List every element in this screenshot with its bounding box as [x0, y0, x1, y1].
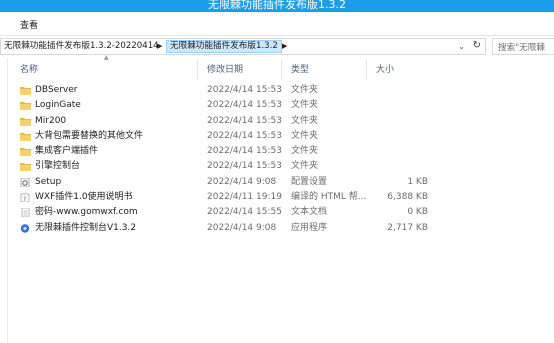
file-name: 集成客户端插件: [35, 146, 99, 157]
pane-divider: [7, 58, 8, 343]
file-size: 1 KB: [407, 176, 428, 187]
help-file-icon: ?: [20, 193, 31, 203]
file-date: 2022/4/14 9:08: [207, 176, 277, 187]
file-type: 文件夹: [291, 161, 319, 172]
file-type: 文件夹: [291, 100, 319, 111]
address-row: 无限棘功能插件发布版1.3.2-20220414 ▶ 无限棘功能插件发布版1.3…: [0, 36, 554, 58]
column-name[interactable]: 名称: [10, 60, 198, 80]
file-list-pane: ▲ 名称 修改日期 类型 大小 DBServer 2022/4/14 15:53 文…: [0, 54, 554, 343]
file-date: 2022/4/14 15:55: [207, 207, 282, 218]
chevron-down-icon[interactable]: ⌄: [458, 40, 465, 53]
file-type: 文件夹: [291, 130, 319, 141]
file-date: 2022/4/11 19:19: [207, 192, 282, 203]
settings-file-icon: [20, 177, 31, 188]
file-date: 2022/4/14 15:53: [207, 146, 282, 157]
file-date: 2022/4/14 15:53: [207, 100, 282, 111]
address-bar[interactable]: 无限棘功能插件发布版1.3.2-20220414 ▶ 无限棘功能插件发布版1.3…: [0, 38, 486, 55]
tab-view[interactable]: 查看: [20, 18, 38, 31]
file-date: 2022/4/14 9:08: [207, 222, 277, 233]
file-date: 2022/4/14 15:53: [207, 85, 282, 95]
folder-icon: [20, 147, 31, 157]
file-row[interactable]: 引擎控制台 2022/4/14 15:53 文件夹: [10, 159, 432, 174]
file-name: LoginGate: [35, 100, 81, 111]
file-row[interactable]: 密码-www.gomwxf.com 2022/4/14 15:55 文本文档 0 KB: [10, 205, 432, 220]
breadcrumb-parent[interactable]: 无限棘功能插件发布版1.3.2-20220414: [2, 40, 161, 53]
breadcrumb-separator-icon[interactable]: ▶: [282, 40, 287, 53]
file-name: 无限棘插件控制台V1.3.2: [35, 222, 137, 233]
folder-icon: [20, 162, 31, 172]
title-bar: 无限棘功能插件发布版1.3.2: [0, 0, 554, 12]
file-size: 0 KB: [407, 207, 428, 218]
folder-icon: [20, 101, 31, 111]
file-type: 文件夹: [291, 146, 319, 157]
file-row[interactable]: 大背包需要替换的其他文件 2022/4/14 15:53 文件夹: [10, 129, 432, 144]
file-type: 应用程序: [291, 222, 328, 233]
file-name: 密码-www.gomwxf.com: [35, 207, 138, 218]
file-row[interactable]: 集成客户端插件 2022/4/14 15:53 文件夹: [10, 144, 432, 159]
file-type: 文件夹: [291, 85, 319, 95]
window-title: 无限棘功能插件发布版1.3.2: [208, 0, 346, 11]
breadcrumb-current[interactable]: 无限棘功能插件发布版1.3.2: [166, 40, 282, 53]
file-date: 2022/4/14 15:53: [207, 130, 282, 141]
folder-icon: [20, 132, 31, 141]
file-name: DBServer: [35, 85, 78, 95]
file-row[interactable]: DBServer 2022/4/14 15:53 文件夹: [10, 83, 432, 98]
file-type: 配置设置: [291, 176, 328, 187]
file-name: Mir200: [35, 115, 67, 126]
folder-icon: [20, 117, 31, 126]
file-size: 6,388 KB: [387, 192, 428, 203]
file-row[interactable]: Mir200 2022/4/14 15:53 文件夹: [10, 114, 432, 129]
file-type: 编译的 HTML 帮...: [291, 192, 367, 203]
column-type[interactable]: 类型: [282, 60, 367, 80]
ribbon: 查看: [0, 12, 554, 36]
file-name: WXF插件1.0使用说明书: [35, 192, 133, 203]
app-icon: [20, 223, 31, 233]
file-row[interactable]: Setup 2022/4/14 9:08 配置设置 1 KB: [10, 175, 432, 190]
file-row[interactable]: 无限棘插件控制台V1.3.2 2022/4/14 9:08 应用程序 2,717 KB: [10, 221, 432, 236]
file-name: Setup: [35, 176, 62, 187]
svg-text:?: ?: [23, 196, 26, 202]
column-date[interactable]: 修改日期: [198, 60, 282, 80]
file-date: 2022/4/14 15:53: [207, 115, 282, 126]
file-row[interactable]: LoginGate 2022/4/14 15:53 文件夹: [10, 98, 432, 113]
column-size[interactable]: 大小: [367, 60, 433, 80]
folder-icon: [20, 86, 31, 95]
file-rows: DBServer 2022/4/14 15:53 文件夹 LoginGate 2022/…: [10, 83, 432, 236]
file-date: 2022/4/14 15:53: [207, 161, 282, 172]
search-placeholder: 搜索"无限棘: [498, 43, 545, 53]
file-type: 文件夹: [291, 115, 319, 126]
file-row[interactable]: ? WXF插件1.0使用说明书 2022/4/11 19:19 编译的 HTML 帮.…: [10, 190, 432, 205]
column-header: ▲ 名称 修改日期 类型 大小: [10, 54, 433, 80]
text-file-icon: [20, 208, 31, 218]
breadcrumb-separator-icon[interactable]: ▶: [157, 40, 162, 53]
file-type: 文本文档: [291, 207, 328, 218]
file-size: 2,717 KB: [387, 222, 428, 233]
refresh-icon[interactable]: ↻: [473, 39, 481, 53]
file-name: 引擎控制台: [35, 161, 81, 172]
file-name: 大背包需要替换的其他文件: [35, 130, 144, 141]
search-input[interactable]: 搜索"无限棘: [492, 38, 554, 55]
